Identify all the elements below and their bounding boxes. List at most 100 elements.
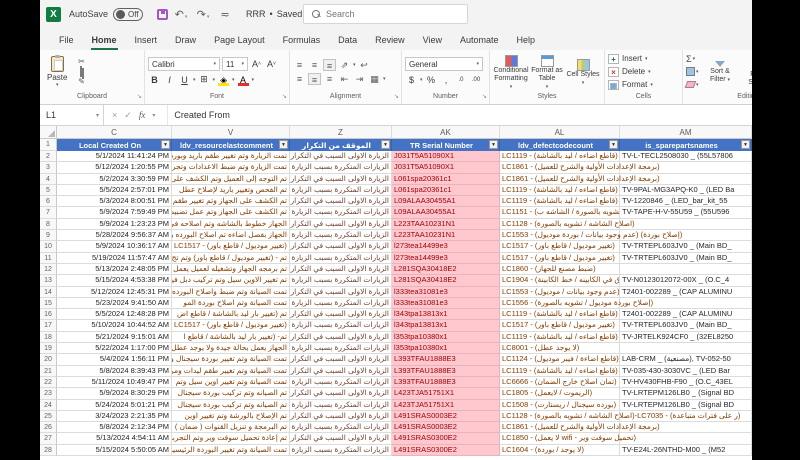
cell-Z26[interactable]: الزيارات المتكررة بسبب الزيارة الاولى [290, 422, 392, 434]
row-header-5[interactable]: 5 [40, 184, 57, 197]
cell-AM8[interactable] [620, 218, 752, 231]
row-header-20[interactable]: 20 [40, 354, 57, 366]
row-header-22[interactable]: 22 [40, 376, 57, 389]
cell-V8[interactable]: الجهاز خطوط بالشاشه وتم اصلاحه في [172, 218, 290, 231]
cell-Z18[interactable]: الزيارة الاولى السبب في التكرار [290, 331, 392, 344]
column-header-AM[interactable]: AM [620, 126, 752, 139]
cell-AL10[interactable]: LC1517 - (تغيير موديول / قاطع باور) [500, 241, 620, 253]
cell-AL12[interactable]: LC1860 - (ضبط مصنع للجهاز) [500, 263, 620, 276]
delete-cells-button[interactable]: × Delete ▾ [608, 66, 653, 78]
cell-Z4[interactable]: الزيارة الاولى السبب في التكرار [290, 173, 392, 185]
clipboard-dialog-launcher[interactable]: ↘ [137, 92, 142, 103]
cell-C4[interactable]: 5/2/2024 3:30:59 PM [57, 173, 172, 185]
cell-V22[interactable]: تمت الصيانة وتم تغيير اوين سيل وتم [172, 376, 290, 389]
copy-button[interactable] [74, 66, 88, 77]
percent-button[interactable]: % [425, 73, 438, 86]
cell-V7[interactable]: تم الكشف على الجهاز وتم عمل تضبيط [172, 207, 290, 219]
cell-AM14[interactable]: T2401-002289 _ (CAP ALUMINU [620, 286, 752, 298]
row-header-26[interactable]: 26 [40, 422, 57, 434]
wrap-text-button[interactable]: ↩ [358, 59, 371, 71]
cell-Z8[interactable]: الزيارة الاولى السبب في التكرار [290, 218, 392, 231]
autosave-toggle[interactable]: Off [113, 7, 144, 21]
cell-AK4[interactable]: L061spa20361c1 [392, 173, 500, 185]
cell-C9[interactable]: 5/28/2024 9:56:37 AM [57, 230, 172, 242]
row-header-17[interactable]: 17 [40, 320, 57, 332]
align-left-button[interactable]: ≡ [293, 73, 306, 85]
cell-AM13[interactable]: TV-N0123012072-00X _ (O.C_4 [620, 275, 752, 287]
cell-AM27[interactable] [620, 433, 752, 445]
cell-AL23[interactable]: LC1805 - (الريموت / لايعمل) [500, 388, 620, 400]
cell-V19[interactable]: الجهاز يعمل بحالة جيدة ولا يوجد عطل [172, 343, 290, 355]
font-color-chevron-icon[interactable]: ▾ [252, 77, 255, 83]
cell-AK13[interactable]: L281SQA30418E2 [392, 275, 500, 287]
cell-V26[interactable]: تم البرمجة و تنزيل القنوات ( ضمان ) [172, 422, 290, 434]
cell-C8[interactable]: 5/9/2024 1:23:23 PM [57, 218, 172, 231]
cell-Z27[interactable]: الزيارة الاولى السبب في التكرار [290, 433, 392, 445]
cell-AM21[interactable]: TV-035-430-3030VC _ (LED Bar [620, 365, 752, 377]
font-color-button[interactable]: A [237, 75, 250, 86]
cell-AL25[interactable]: LC1128 - (اصلاح الشاشه / تشويه بالصورة)-… [500, 410, 740, 423]
cancel-icon[interactable]: × [112, 110, 117, 120]
cell-Z13[interactable]: الزيارات المتكررة بسبب الزيارة الاولى [290, 275, 392, 287]
cell-AL24[interactable]: LC1508 - (بورده سيجنال / ريستارت) [500, 399, 620, 411]
cell-AL2[interactable]: LC1119 - (قاطع اضاءه / ليد بالشاشة) [500, 151, 620, 163]
cell-AK26[interactable]: L491SRAS0003E2 [392, 422, 500, 434]
fill-button[interactable]: ▾ [686, 66, 699, 78]
cell-V28[interactable]: تمت الصيانة وتم تغيير البوردة الرئيسية [172, 444, 290, 457]
cell-Z25[interactable]: الزيارة الاولى السبب في التكرار [290, 410, 392, 423]
cell-Z6[interactable]: الزيارة الاولى السبب في التكرار [290, 196, 392, 208]
cell-AL3[interactable]: LC1861 - (برمجة الإعدادات الأولية والشرح… [500, 162, 660, 174]
cell-AL14[interactable]: LC1553 - (عدم وجود بيانات / موديول) [500, 286, 620, 298]
cell-AM28[interactable]: TV-E24L-26NTHD-M00 _ (M52 [620, 444, 752, 457]
cell-Z2[interactable]: الزيارة الاولى السبب في التكرار [290, 151, 392, 163]
cell-V15[interactable]: تمت الصيانة وتم اصلاح بوردة المو [172, 297, 290, 310]
cell-V18[interactable]: تم- (تغيير بار ليد بالشاشة / قاطع ا [172, 331, 290, 344]
tab-formulas[interactable]: Formulas [274, 31, 330, 50]
cell-V4[interactable]: تم التوجه إلى العميل وتم الكشف على ال [172, 173, 290, 185]
cell-Z9[interactable]: الزيارات المتكررة بسبب الزيارة الاولى [290, 230, 392, 242]
tab-page-layout[interactable]: Page Layout [205, 31, 274, 50]
cell-AM18[interactable]: TV-JRTELK924CF0 _ (32EL8250 [620, 331, 752, 344]
formula-bar-value[interactable]: Created From [168, 105, 230, 125]
cell-AK16[interactable]: l343tpa13813x1 [392, 309, 500, 321]
cell-C28[interactable]: 5/15/2024 5:50:05 AM [57, 444, 172, 457]
filter-button-C[interactable]: ▼ [161, 140, 170, 149]
cell-Z10[interactable]: الزيارة الاولى السبب في التكرار [290, 241, 392, 253]
cell-Z17[interactable]: الزيارات المتكررة بسبب الزيارة الاولى [290, 320, 392, 332]
column-header-AK[interactable]: AK [392, 126, 500, 139]
cell-C6[interactable]: 5/3/2024 8:00:51 PM [57, 196, 172, 208]
orientation-button[interactable]: ⇗ [338, 59, 351, 71]
row-header-7[interactable]: 7 [40, 207, 57, 219]
cell-Z5[interactable]: الزيارات المتكررة بسبب الزيارة الاولى [290, 184, 392, 197]
cell-AL22[interactable]: LC6666 - (تمان اصلاح خارج الضمان) [500, 376, 620, 389]
cell-C17[interactable]: 5/10/2024 10:44:52 AM [57, 320, 172, 332]
fill-color-button[interactable]: ◈ [217, 75, 230, 86]
cell-C22[interactable]: 5/11/2024 10:49:47 PM [57, 376, 172, 389]
increase-decimal-button[interactable]: .0 [455, 73, 468, 86]
cell-Z23[interactable]: الزيارة الاولى السبب في التكرار [290, 388, 392, 400]
cell-V27[interactable]: تم إعادة تحميل سوفت وير وتم التجربة [172, 433, 290, 445]
row-header-3[interactable]: 3 [40, 162, 57, 174]
cell-V20[interactable]: تمت الصيانة وتم تغيير بوردة سيجنال و [172, 354, 290, 366]
autosum-button[interactable]: Σ ▾ [686, 53, 699, 65]
cell-V25[interactable]: تم الإصلاح بالورشة وتم تغيير اوين [172, 410, 290, 423]
cell-V11[interactable]: تم - (تغيير موديول / قاطع باور) وتم تج [172, 252, 290, 264]
cell-AL20[interactable]: LC1124 - (قاطع اضاءة / فيبر موديول) [500, 354, 620, 366]
cell-AK17[interactable]: l343tpa13813x1 [392, 320, 500, 332]
cell-AK6[interactable]: L09ALAA30455A1 [392, 196, 500, 208]
row-header-10[interactable]: 10 [40, 241, 57, 253]
cell-AM16[interactable]: T2401-002289 _ (CAP ALUMINU [620, 309, 752, 321]
cell-AM24[interactable]: TV-LRTEPM126LB0 _ (Signal BD [620, 399, 752, 411]
tab-review[interactable]: Review [366, 31, 414, 50]
excel-app-icon[interactable]: X [46, 6, 61, 22]
cell-V2[interactable]: تمت الزيارة وتم تغيير طقم باريد وبوردة [172, 151, 290, 163]
alignment-dialog-launcher[interactable]: ↘ [394, 92, 399, 103]
cell-V14[interactable]: تمت الصيانة وتم ضبط واصلاح البورده [172, 286, 290, 298]
cell-C7[interactable]: 5/9/2024 7:59:49 PM [57, 207, 172, 219]
cell-Z14[interactable]: الزيارة الاولى السبب في التكرار [290, 286, 392, 298]
cell-AM12[interactable] [620, 263, 752, 276]
cell-AL26[interactable]: LC1861 - (برمجة الإعدادات الأولية والشرح… [500, 422, 660, 434]
cell-C10[interactable]: 5/9/2024 10:36:17 AM [57, 241, 172, 253]
format-cells-button[interactable]: ▦ Format ▾ [608, 79, 653, 91]
decrease-decimal-button[interactable]: .00 [470, 73, 483, 86]
